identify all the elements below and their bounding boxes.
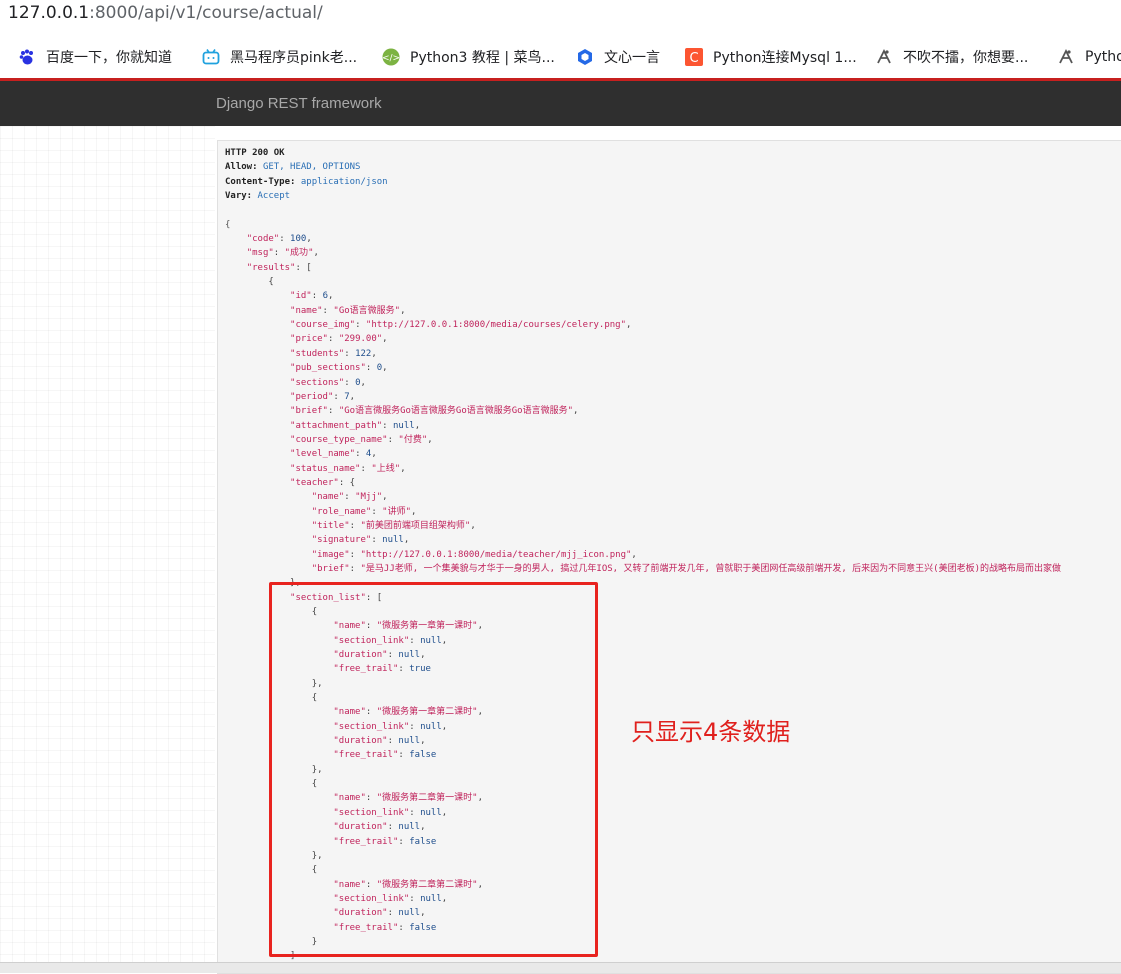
bookmark-zhihu[interactable]: 不吹不擂，你想要... — [875, 45, 1028, 69]
highlight-box — [269, 582, 598, 957]
header-value: application/json — [300, 176, 388, 187]
bookmark-label: Pytho — [1085, 49, 1121, 65]
json-attachment-path: null — [393, 420, 415, 431]
paw-icon — [18, 48, 36, 66]
json-teacher-signature: null — [382, 535, 404, 546]
bookmark-wenxin[interactable]: 文心一言 — [576, 45, 660, 69]
svg-text:</>: </> — [382, 54, 400, 64]
bookmark-python[interactable]: Pytho — [1057, 45, 1121, 69]
json-students: 122 — [355, 348, 372, 359]
bookmark-label: 不吹不擂，你想要... — [903, 50, 1029, 66]
json-teacher-title: 前美团前端项目组架构师 — [365, 520, 465, 531]
horizontal-scrollbar[interactable] — [0, 962, 1121, 973]
json-sections: 0 — [355, 377, 361, 388]
bookmark-label: 百度一下，你就知道 — [46, 50, 172, 66]
json-teacher-name: Mjj — [360, 492, 377, 503]
navbar-brand[interactable]: Django REST framework — [216, 95, 382, 112]
drf-navbar: Django REST framework — [0, 81, 1121, 126]
header-key: Vary: — [225, 191, 253, 202]
status-line: HTTP 200 OK — [225, 148, 285, 158]
url-path: :8000/api/v1/course/actual/ — [89, 3, 323, 23]
json-period: 7 — [344, 391, 350, 402]
json-teacher-brief: 是马JJ老师, 一个集美貌与才华于一身的男人, 搞过几年IOS, 又转了前端开发… — [365, 563, 1062, 574]
header-key: Content-Type: — [225, 176, 296, 187]
json-price: 299.00 — [344, 334, 377, 345]
header-value: GET, HEAD, OPTIONS — [262, 162, 361, 173]
header-key: Allow: — [225, 162, 258, 173]
bookmark-runoob[interactable]: </> Python3 教程 | 菜鸟... — [382, 45, 555, 69]
svg-text:C: C — [689, 51, 698, 66]
json-level-name: 4 — [365, 449, 372, 460]
json-id: 6 — [322, 291, 328, 302]
json-teacher-image: http://127.0.0.1:8000/media/teacher/mjj_… — [365, 549, 626, 560]
bookmark-baidu[interactable]: 百度一下，你就知道 — [18, 45, 172, 69]
zhihu-person-icon — [1057, 48, 1075, 66]
csdn-c-icon: C — [685, 48, 703, 66]
zhihu-person-icon — [875, 48, 893, 66]
bookmark-heima[interactable]: 黑马程序员pink老... — [202, 45, 357, 69]
bookmark-label: 黑马程序员pink老... — [230, 50, 358, 66]
bookmark-label: Python3 教程 | 菜鸟... — [410, 50, 555, 66]
json-status-name: 上线 — [376, 463, 395, 474]
json-brief: Go语言微服务Go语言微服务Go语言微服务Go语言微服务 — [344, 406, 568, 417]
json-msg: 成功 — [290, 248, 309, 259]
background-grid — [0, 126, 215, 972]
url-text[interactable]: 127.0.0.1:8000/api/v1/course/actual/ — [8, 3, 323, 23]
json-name: Go语言微服务 — [338, 305, 395, 316]
runoob-icon: </> — [382, 48, 400, 66]
bookmark-label: 文心一言 — [604, 50, 660, 66]
bookmarks-bar: 百度一下，你就知道 黑马程序员pink老... </> Python3 教程 |… — [0, 40, 1121, 74]
json-course-img: http://127.0.0.1:8000/media/courses/cele… — [371, 320, 621, 331]
address-bar[interactable]: 127.0.0.1:8000/api/v1/course/actual/ — [0, 0, 1121, 30]
json-course-type-name: 付费 — [403, 434, 422, 445]
bookmark-label: Python连接Mysql 1... — [713, 50, 857, 66]
bilibili-tv-icon — [202, 48, 220, 66]
bookmark-csdn[interactable]: C Python连接Mysql 1... — [685, 45, 857, 69]
json-teacher-role: 讲师 — [387, 506, 406, 517]
json-pub-sections: 0 — [376, 363, 383, 374]
wenxin-icon — [576, 48, 594, 66]
json-code: 100 — [290, 234, 307, 245]
url-host: 127.0.0.1 — [8, 3, 90, 23]
annotation-text: 只显示4条数据 — [631, 718, 791, 746]
header-value: Accept — [257, 191, 291, 202]
